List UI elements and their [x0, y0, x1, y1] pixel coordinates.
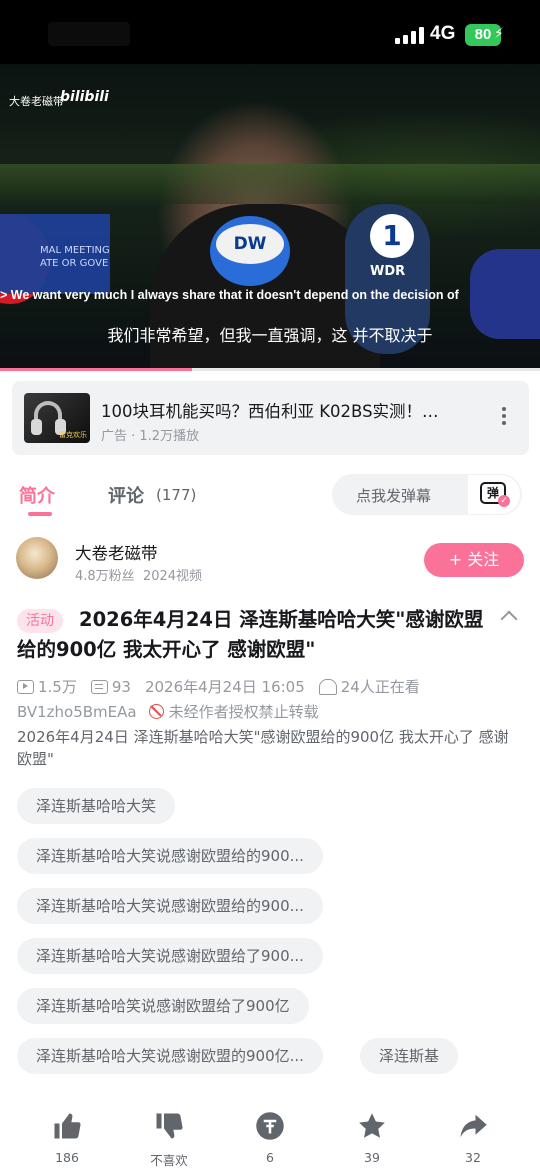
- video-description: 2026年4月24日 泽连斯基哈哈大笑"感谢欧盟给的900亿 我太开心了 感谢欧…: [17, 728, 509, 768]
- ad-title: 100块耳机能买吗？西伯利亚 K02BS实测！…: [101, 402, 439, 421]
- uploader-name[interactable]: 大卷老磁带: [75, 540, 158, 564]
- ad-card[interactable]: 雷克欢乐 100块耳机能买吗？西伯利亚 K02BS实测！… 广告 · 1.2万播…: [12, 381, 529, 455]
- favorite-button[interactable]: 39: [332, 1108, 412, 1165]
- wdr-microphone-label: WDR: [370, 264, 406, 279]
- ad-meta: 广告 · 1.2万播放: [101, 429, 200, 444]
- share-count: 32: [465, 1150, 481, 1165]
- action-bar: 186 不喜欢 6 39 32: [0, 1108, 540, 1169]
- thumbs-down-icon: [129, 1108, 209, 1144]
- dislike-button[interactable]: 不喜欢: [129, 1108, 209, 1169]
- share-button[interactable]: 32: [433, 1108, 513, 1165]
- video-meta-row: 1.5万 93 2026年4月24日 16:05 24人正在看: [17, 676, 420, 697]
- video-player[interactable]: MAL MEETING ATE OR GOVE DW 1 WDR 大卷老磁带 b…: [0, 64, 540, 370]
- danmaku-count: 93: [111, 677, 131, 696]
- play-count-icon: [17, 679, 34, 694]
- status-time-redacted: [48, 22, 130, 46]
- publish-time: 2026年4月24日 16:05: [144, 678, 305, 696]
- ard-microphone-logo: 1: [370, 214, 414, 258]
- coin-button[interactable]: 6: [230, 1108, 310, 1165]
- tab-intro[interactable]: 简介: [19, 482, 55, 508]
- tag-chip[interactable]: 泽连斯基哈哈大笑说感谢欧盟的900亿...: [17, 1038, 323, 1074]
- tab-comments[interactable]: 评论: [108, 482, 144, 508]
- comments-count: (177): [156, 486, 197, 504]
- like-count: 186: [55, 1150, 79, 1165]
- activity-tag[interactable]: 活动: [17, 609, 63, 633]
- no-repost-icon: [148, 704, 164, 719]
- tag-chip[interactable]: 泽连斯基哈哈大笑说感谢欧盟给了900...: [17, 938, 323, 974]
- network-type: 4G: [430, 23, 456, 44]
- bvid-row: BV1zho5BmEAa 未经作者授权禁止转载: [17, 701, 319, 722]
- coin-icon: [230, 1108, 310, 1144]
- follow-button[interactable]: + 关注: [424, 543, 524, 577]
- coin-count: 6: [266, 1150, 274, 1165]
- subtitle-english: > We want very much I always share that …: [0, 288, 459, 302]
- share-icon: [433, 1108, 513, 1144]
- status-bar: 4G 80 ⚡: [0, 0, 540, 64]
- ad-thumbnail: 雷克欢乐: [24, 393, 90, 443]
- copyright-notice: 未经作者授权禁止转载: [168, 703, 319, 721]
- video-progress-bar[interactable]: [0, 368, 540, 371]
- more-options-icon[interactable]: [499, 407, 509, 429]
- tag-chip[interactable]: 泽连斯基哈哈大笑: [17, 788, 176, 824]
- dislike-label: 不喜欢: [150, 1153, 188, 1168]
- danmaku-placeholder: 点我发弹幕: [356, 487, 432, 505]
- uploader-avatar[interactable]: [16, 537, 58, 579]
- danmaku-count-icon: [90, 679, 108, 694]
- check-icon: ✓: [498, 495, 510, 507]
- view-count: 1.5万: [38, 678, 77, 696]
- video-progress-fill: [0, 368, 192, 371]
- bilibili-watermark: bilibili: [60, 89, 109, 105]
- active-tab-indicator: [28, 512, 52, 516]
- uploader-stats: 4.8万粉丝 2024视频: [75, 569, 203, 584]
- tag-chip[interactable]: 泽连斯基哈哈大笑说感谢欧盟给的900...: [17, 888, 323, 924]
- tag-chip[interactable]: 泽连斯基哈哈笑说感谢欧盟给了900亿: [17, 988, 309, 1024]
- uploader-watermark: 大卷老磁带: [9, 95, 64, 108]
- video-title: 2026年4月24日 泽连斯基哈哈大笑"感谢欧盟给的900亿 我太开心了 感谢欧…: [17, 608, 484, 661]
- watching-icon: [318, 678, 337, 695]
- charging-icon: ⚡: [494, 26, 504, 42]
- tag-chip[interactable]: 泽连斯基: [360, 1038, 459, 1074]
- video-banner-text: MAL MEETING ATE OR GOVE: [40, 245, 110, 269]
- dw-microphone-logo: DW: [216, 224, 284, 264]
- danmaku-input[interactable]: 点我发弹幕 弹 ✓: [332, 474, 522, 515]
- danmaku-toggle-button[interactable]: 弹 ✓: [468, 475, 520, 514]
- tag-chip[interactable]: 泽连斯基哈哈大笑说感谢欧盟给的900...: [17, 838, 323, 874]
- bvid[interactable]: BV1zho5BmEAa: [17, 703, 137, 721]
- favorite-count: 39: [364, 1150, 380, 1165]
- watching-count: 24人正在看: [340, 678, 420, 696]
- thumbs-up-icon: [27, 1108, 107, 1144]
- star-icon: [332, 1108, 412, 1144]
- subtitle-chinese: 我们非常希望，但我一直强调，这 并不取决于: [107, 326, 433, 345]
- collapse-icon[interactable]: [500, 610, 518, 628]
- signal-icon: [395, 26, 424, 44]
- like-button[interactable]: 186: [27, 1108, 107, 1165]
